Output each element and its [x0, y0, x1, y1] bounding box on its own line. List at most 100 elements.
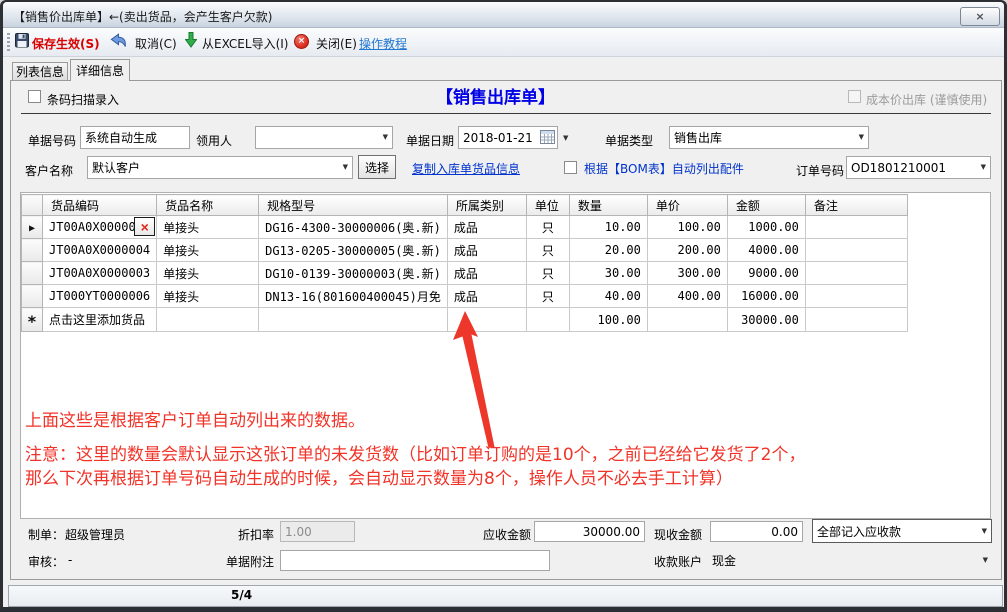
cell-code[interactable]: JT00A0X0000004	[43, 239, 157, 262]
auditor-value: -	[68, 553, 72, 567]
booking-mode-combo[interactable]: 全部记入应收款 ▼	[812, 519, 992, 543]
cell-unit[interactable]: 只	[526, 262, 569, 285]
add-row-icon: ∗	[27, 309, 37, 328]
select-customer-button[interactable]: 选择	[358, 155, 396, 179]
tab-list-info[interactable]: 列表信息	[12, 62, 68, 81]
cell-empty[interactable]	[157, 308, 259, 332]
cell-name[interactable]: 单接头	[157, 239, 259, 262]
col-header-note[interactable]: 备注	[805, 195, 907, 216]
col-header-name[interactable]: 货品名称	[157, 195, 259, 216]
cell-amount[interactable]: 4000.00	[727, 239, 805, 262]
col-header-amount[interactable]: 金额	[727, 195, 805, 216]
row-selector[interactable]: ▶	[22, 216, 43, 239]
order-no-combo[interactable]: OD1801210001 ▼	[846, 156, 991, 179]
cell-empty[interactable]	[647, 308, 727, 332]
cell-spec[interactable]: DG13-0205-30000005(奥.新)	[259, 239, 448, 262]
customer-combo[interactable]: 默认客户 ▼	[87, 156, 353, 179]
cell-price[interactable]: 100.00	[647, 216, 727, 239]
cell-qty[interactable]: 30.00	[569, 262, 647, 285]
type-combo[interactable]: 销售出库 ▼	[669, 126, 869, 149]
type-label: 单据类型	[605, 132, 653, 149]
row-selector[interactable]	[22, 285, 43, 308]
window-title: 【销售价出库单】←(卖出货品，会产生客户欠款)	[13, 8, 272, 25]
barcode-scan-checkbox[interactable]	[28, 90, 41, 103]
toolbar-grip[interactable]	[7, 33, 10, 52]
cell-spec[interactable]: DN13-16(801600400045)月免	[259, 285, 448, 308]
cell-unit[interactable]: 只	[526, 239, 569, 262]
recipient-combo[interactable]: ▼	[255, 126, 393, 149]
cell-amount[interactable]: 9000.00	[727, 262, 805, 285]
calendar-icon[interactable]	[540, 130, 555, 144]
cell-qty[interactable]: 20.00	[569, 239, 647, 262]
col-header-qty[interactable]: 数量	[569, 195, 647, 216]
cell-qty[interactable]: 10.00	[569, 216, 647, 239]
window-close-button[interactable]: ×	[960, 7, 1000, 26]
import-excel-button[interactable]: 从EXCEL导入(I)	[202, 35, 288, 52]
annotation-line-2: 注意：这里的数量会默认显示这张订单的未发货数（比如订单订购的是10个，之前已经给…	[25, 440, 805, 465]
save-button[interactable]: 保存生效(S)	[32, 35, 100, 52]
col-header-price[interactable]: 单价	[647, 195, 727, 216]
row-selector[interactable]	[22, 239, 43, 262]
dropdown-arrow-icon: ▼	[383, 134, 388, 141]
cell-category[interactable]: 成品	[447, 262, 526, 285]
cell-amount[interactable]: 16000.00	[727, 285, 805, 308]
col-header-category[interactable]: 所属类别	[447, 195, 526, 216]
cell-price[interactable]: 300.00	[647, 262, 727, 285]
cell-note[interactable]	[805, 216, 907, 239]
cell-qty[interactable]: 40.00	[569, 285, 647, 308]
date-dropdown-arrow-icon[interactable]: ▼	[563, 134, 568, 142]
cell-unit[interactable]: 只	[526, 216, 569, 239]
cell-code[interactable]: JT000YT0000006	[43, 285, 157, 308]
cell-name[interactable]: 单接头	[157, 285, 259, 308]
cell-note[interactable]	[805, 285, 907, 308]
cost-price-label: 成本价出库 (谨慎使用)	[866, 91, 987, 108]
doc-no-input[interactable]: 系统自动生成	[80, 126, 190, 149]
excel-import-icon	[185, 32, 197, 48]
col-header-spec[interactable]: 规格型号	[259, 195, 448, 216]
receivable-label: 应收金额	[483, 526, 531, 543]
discount-input[interactable]: 1.00	[280, 521, 355, 542]
annotation-line-3: 那么下次再根据订单号码自动生成的时候，会自动显示数量为8个，操作人员不必去手工计…	[25, 464, 733, 489]
date-input[interactable]: 2018-01-21	[458, 126, 558, 149]
add-row-marker[interactable]: ∗	[22, 308, 43, 332]
cell-spec[interactable]: DG16-4300-30000006(奥.新)	[259, 216, 448, 239]
copy-inbound-link[interactable]: 复制入库单货品信息	[412, 160, 520, 177]
cell-category[interactable]: 成品	[447, 216, 526, 239]
cell-price[interactable]: 400.00	[647, 285, 727, 308]
cancel-button[interactable]: 取消(C)	[135, 35, 177, 52]
cell-unit[interactable]: 只	[526, 285, 569, 308]
total-qty: 100.00	[569, 308, 647, 332]
cell-empty[interactable]	[805, 308, 907, 332]
col-header-code[interactable]: 货品编码	[43, 195, 157, 216]
cell-amount[interactable]: 1000.00	[727, 216, 805, 239]
account-combo[interactable]: 现金 ▼	[708, 550, 992, 571]
divider	[21, 113, 991, 114]
row-header[interactable]	[22, 195, 43, 216]
receivable-input[interactable]: 30000.00	[534, 521, 645, 542]
add-row-cell[interactable]: 点击这里添加货品	[43, 308, 157, 332]
cell-spec[interactable]: DG10-0139-30000003(奥.新)	[259, 262, 448, 285]
row-selector-icon: ▶	[29, 223, 35, 234]
cell-code[interactable]: JT00A0X000000 ×	[43, 216, 157, 239]
table-row: JT00A0X0000004 单接头 DG13-0205-30000005(奥.…	[22, 239, 908, 262]
close-window-button[interactable]: 关闭(E)	[316, 35, 357, 52]
row-selector[interactable]	[22, 262, 43, 285]
delete-row-button[interactable]: ×	[134, 217, 155, 236]
cell-note[interactable]	[805, 262, 907, 285]
col-header-unit[interactable]: 单位	[526, 195, 569, 216]
cell-code[interactable]: JT00A0X0000003	[43, 262, 157, 285]
tab-detail-info[interactable]: 详细信息	[70, 59, 130, 81]
tutorial-link[interactable]: 操作教程	[359, 35, 407, 52]
cell-category[interactable]: 成品	[447, 239, 526, 262]
cost-price-checkbox[interactable]	[848, 90, 861, 103]
cell-name[interactable]: 单接头	[157, 262, 259, 285]
received-input[interactable]: 0.00	[710, 521, 803, 542]
window-client-area: 【销售价出库单】←(卖出货品，会产生客户欠款) × 保存生效(S) 取消(C)	[3, 2, 1004, 607]
cell-price[interactable]: 200.00	[647, 239, 727, 262]
cell-empty[interactable]	[259, 308, 448, 332]
doc-note-input[interactable]	[280, 550, 550, 571]
cell-note[interactable]	[805, 239, 907, 262]
bom-checkbox[interactable]	[564, 161, 577, 174]
cell-empty[interactable]	[526, 308, 569, 332]
cell-name[interactable]: 单接头	[157, 216, 259, 239]
